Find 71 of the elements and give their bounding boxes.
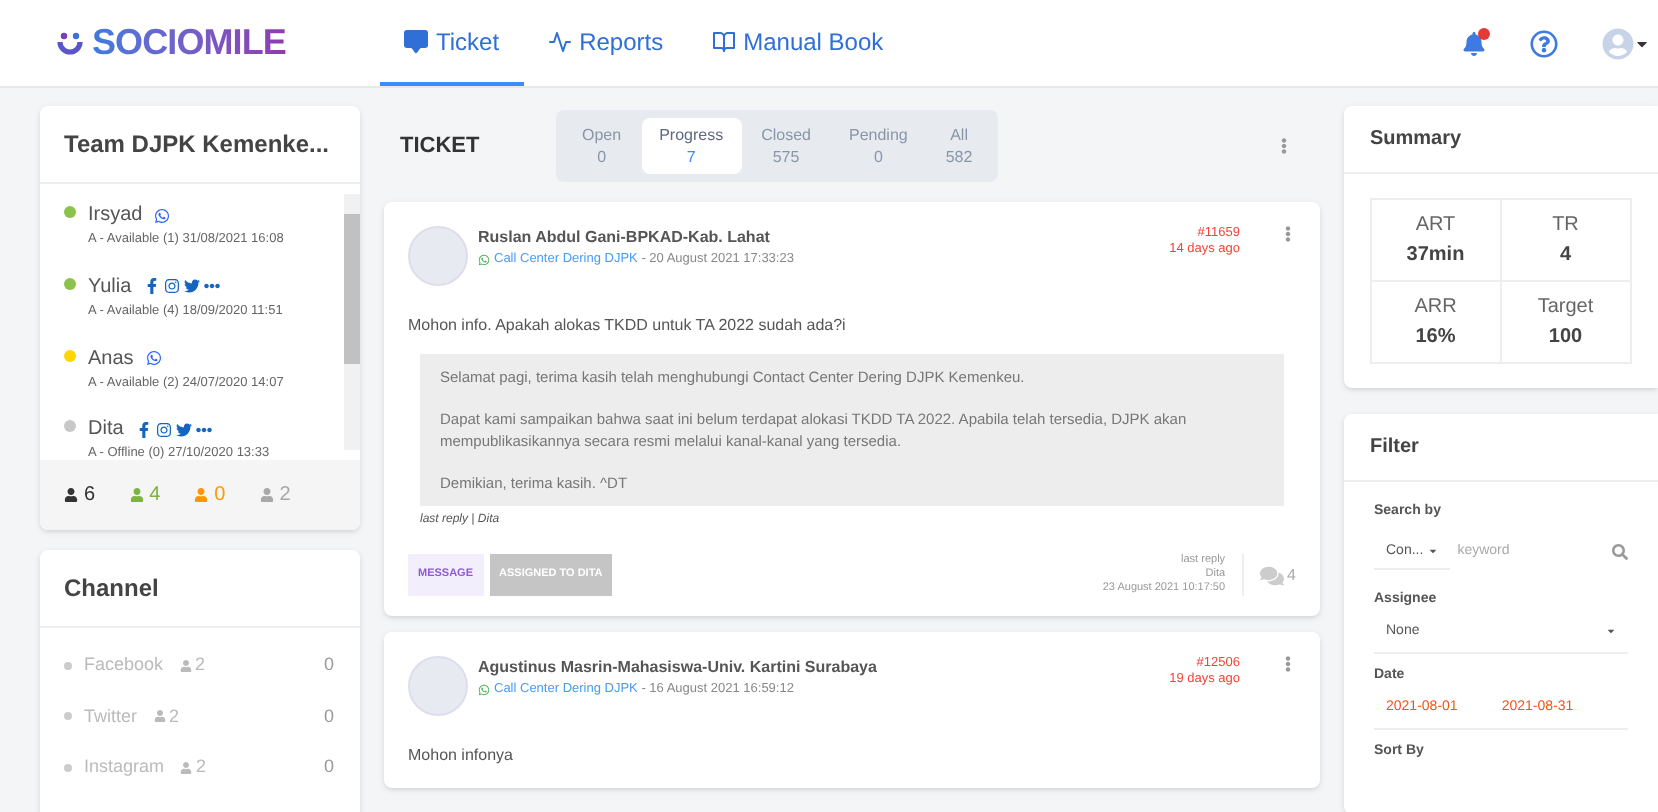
agent-count: 0 (194, 480, 226, 510)
more-icon[interactable] (1276, 138, 1292, 154)
avatar-icon (1602, 27, 1634, 59)
whatsapp-icon (478, 683, 490, 696)
channel-title: Channel (40, 550, 360, 628)
agent-count: 6 (64, 480, 96, 510)
ticket-title: TICKET (398, 131, 482, 162)
summary-title: Summary (1344, 106, 1658, 174)
status-tab[interactable]: Pending 0 (831, 118, 926, 174)
metric-label: ARR (1414, 294, 1457, 322)
comment-count: 4 (1287, 563, 1296, 587)
customer-name: Ruslan Abdul Gani-BPKAD-Kab. Lahat (478, 226, 772, 250)
facebook-icon (135, 421, 152, 438)
channel-count: 0 (323, 754, 334, 780)
channel-name: Facebook (84, 652, 164, 678)
agent-name: Dita (88, 416, 124, 445)
metric-value: 4 (1559, 242, 1572, 270)
more-icon[interactable] (1280, 656, 1296, 672)
whatsapp-icon (478, 253, 490, 266)
metric-value: 100 (1548, 324, 1583, 352)
help-icon[interactable] (1530, 29, 1558, 57)
agent-count: 2 (259, 480, 291, 510)
profile-menu[interactable] (1602, 27, 1650, 59)
status-tab[interactable]: Progress 7 (641, 118, 742, 174)
status-tab[interactable]: Closed 575 (743, 118, 829, 174)
comments-icon (1259, 563, 1284, 587)
avatar (408, 226, 468, 286)
agent-name: Irsyad (88, 202, 143, 230)
book-icon (711, 29, 736, 53)
team-title: Team DJPK Kemenke... (40, 106, 360, 184)
channel-count: 0 (323, 652, 334, 678)
channel-name: Twitter (84, 703, 138, 729)
agent-count: 2 (179, 652, 206, 679)
caret-icon (1427, 546, 1438, 557)
bell-icon (1462, 31, 1486, 55)
message-text: Mohon info. Apakah alokas TKDD untuk TA 2022 sudah ada?i (408, 314, 848, 338)
notification-button[interactable] (1462, 31, 1486, 55)
instagram-icon (155, 421, 172, 438)
status-tab[interactable]: All 582 (927, 118, 991, 174)
logo-icon (56, 29, 84, 57)
metric-value: 37min (1406, 242, 1465, 270)
whatsapp-icon (154, 207, 171, 223)
nav-tab[interactable]: Ticket (380, 0, 524, 86)
whatsapp-icon (145, 350, 162, 366)
status-tab[interactable]: Open 0 (564, 118, 640, 174)
channel-count: 0 (323, 703, 334, 729)
avatar (408, 656, 468, 716)
more-icon[interactable] (1280, 226, 1296, 242)
message-text: Mohon infonya (408, 744, 515, 768)
metric-label: ART (1415, 212, 1456, 240)
instagram-icon (163, 278, 180, 295)
twitter-icon (183, 278, 200, 295)
nav-tab[interactable]: Manual Book (687, 0, 908, 86)
agent-count: 2 (180, 754, 207, 781)
customer-name: Agustinus Masrin-Mahasiswa-Univ. Kartini Surabaya (478, 656, 879, 680)
channel-name: Instagram (84, 754, 165, 780)
metric-label: TR (1552, 212, 1579, 240)
agent-count: 2 (153, 703, 180, 730)
search-icon[interactable] (1612, 544, 1628, 561)
metric-value: 16% (1415, 324, 1456, 352)
filter-title: Filter (1344, 414, 1658, 482)
agent-name: Yulia (88, 273, 132, 302)
agent-count: 4 (129, 480, 161, 510)
facebook-icon (143, 278, 160, 295)
twitter-icon (175, 421, 192, 438)
pulse-icon (547, 29, 572, 53)
agent-name: Anas (88, 345, 134, 373)
nav-tab[interactable]: Reports (523, 0, 688, 86)
caret-icon (1606, 626, 1616, 637)
chat-icon (404, 29, 428, 53)
metric-label: Target (1537, 294, 1594, 322)
